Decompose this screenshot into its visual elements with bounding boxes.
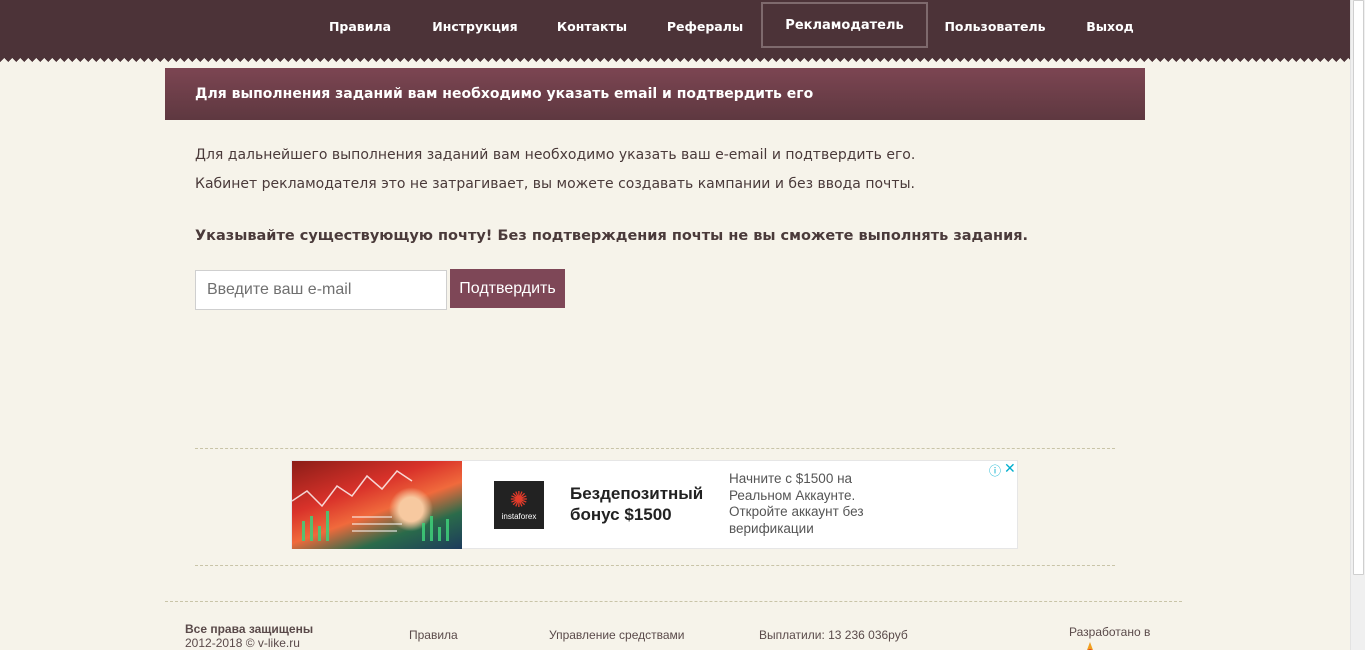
nav-item-contacts[interactable]: Контакты (547, 0, 637, 54)
footer-divider (165, 601, 1182, 602)
footer-developed-in: Разработано в (1069, 625, 1151, 639)
info-text-line-1: Для дальнейшего выполнения заданий вам н… (195, 147, 916, 163)
top-nav-bar: Правила Инструкция Контакты Рефералы Рек… (0, 0, 1350, 56)
vertical-scrollbar[interactable] (1350, 0, 1365, 650)
ad-headline[interactable]: Бездепозитный бонус $1500 (570, 483, 720, 525)
close-icon[interactable]: ✕ (1004, 461, 1016, 477)
nav-item-logout[interactable]: Выход (1075, 0, 1145, 54)
footer-rights: Все права защищены (185, 622, 314, 636)
footer-link-funds[interactable]: Управление средствами (549, 628, 685, 642)
instaforex-logo-mark-icon: ✺ (509, 487, 529, 513)
developer-logo-icon[interactable] (1075, 642, 1105, 650)
nav-item-instructions[interactable]: Инструкция (420, 0, 530, 54)
confirm-button[interactable]: Подтвердить (450, 269, 565, 308)
nav-item-advertiser[interactable]: Рекламодатель (761, 2, 928, 48)
instaforex-logo[interactable]: ✺ instaforex (494, 481, 544, 529)
ad-body-text[interactable]: Начните с $1500 на Реальном Аккаунте. От… (729, 471, 889, 537)
footer-copyright: 2012-2018 © v-like.ru (185, 636, 300, 650)
ad-image[interactable] (292, 461, 462, 549)
email-input[interactable] (195, 270, 447, 310)
ad-divider-bottom (195, 565, 1115, 566)
footer-link-rules[interactable]: Правила (409, 628, 458, 642)
footer-paid-out: Выплатили: 13 236 036руб (759, 628, 908, 642)
nav-item-referrals[interactable]: Рефералы (660, 0, 750, 54)
nav-zigzag-edge (0, 54, 1350, 62)
nav-item-user[interactable]: Пользователь (940, 0, 1050, 54)
info-text-line-2: Кабинет рекламодателя это не затрагивает… (195, 176, 915, 192)
ad-chart-graphic (292, 470, 449, 541)
info-icon[interactable]: ⓘ (989, 462, 1001, 479)
ad-banner[interactable]: ✺ instaforex Бездепозитный бонус $1500 Н… (291, 460, 1018, 549)
ad-logo-text: instaforex (501, 511, 537, 521)
panel-title: Для выполнения заданий вам необходимо ук… (165, 68, 1145, 120)
email-warning: Указывайте существующую почту! Без подтв… (195, 228, 1029, 244)
scrollbar-thumb[interactable] (1353, 0, 1364, 575)
ad-divider-top (195, 448, 1115, 449)
nav-item-rules[interactable]: Правила (320, 0, 400, 54)
